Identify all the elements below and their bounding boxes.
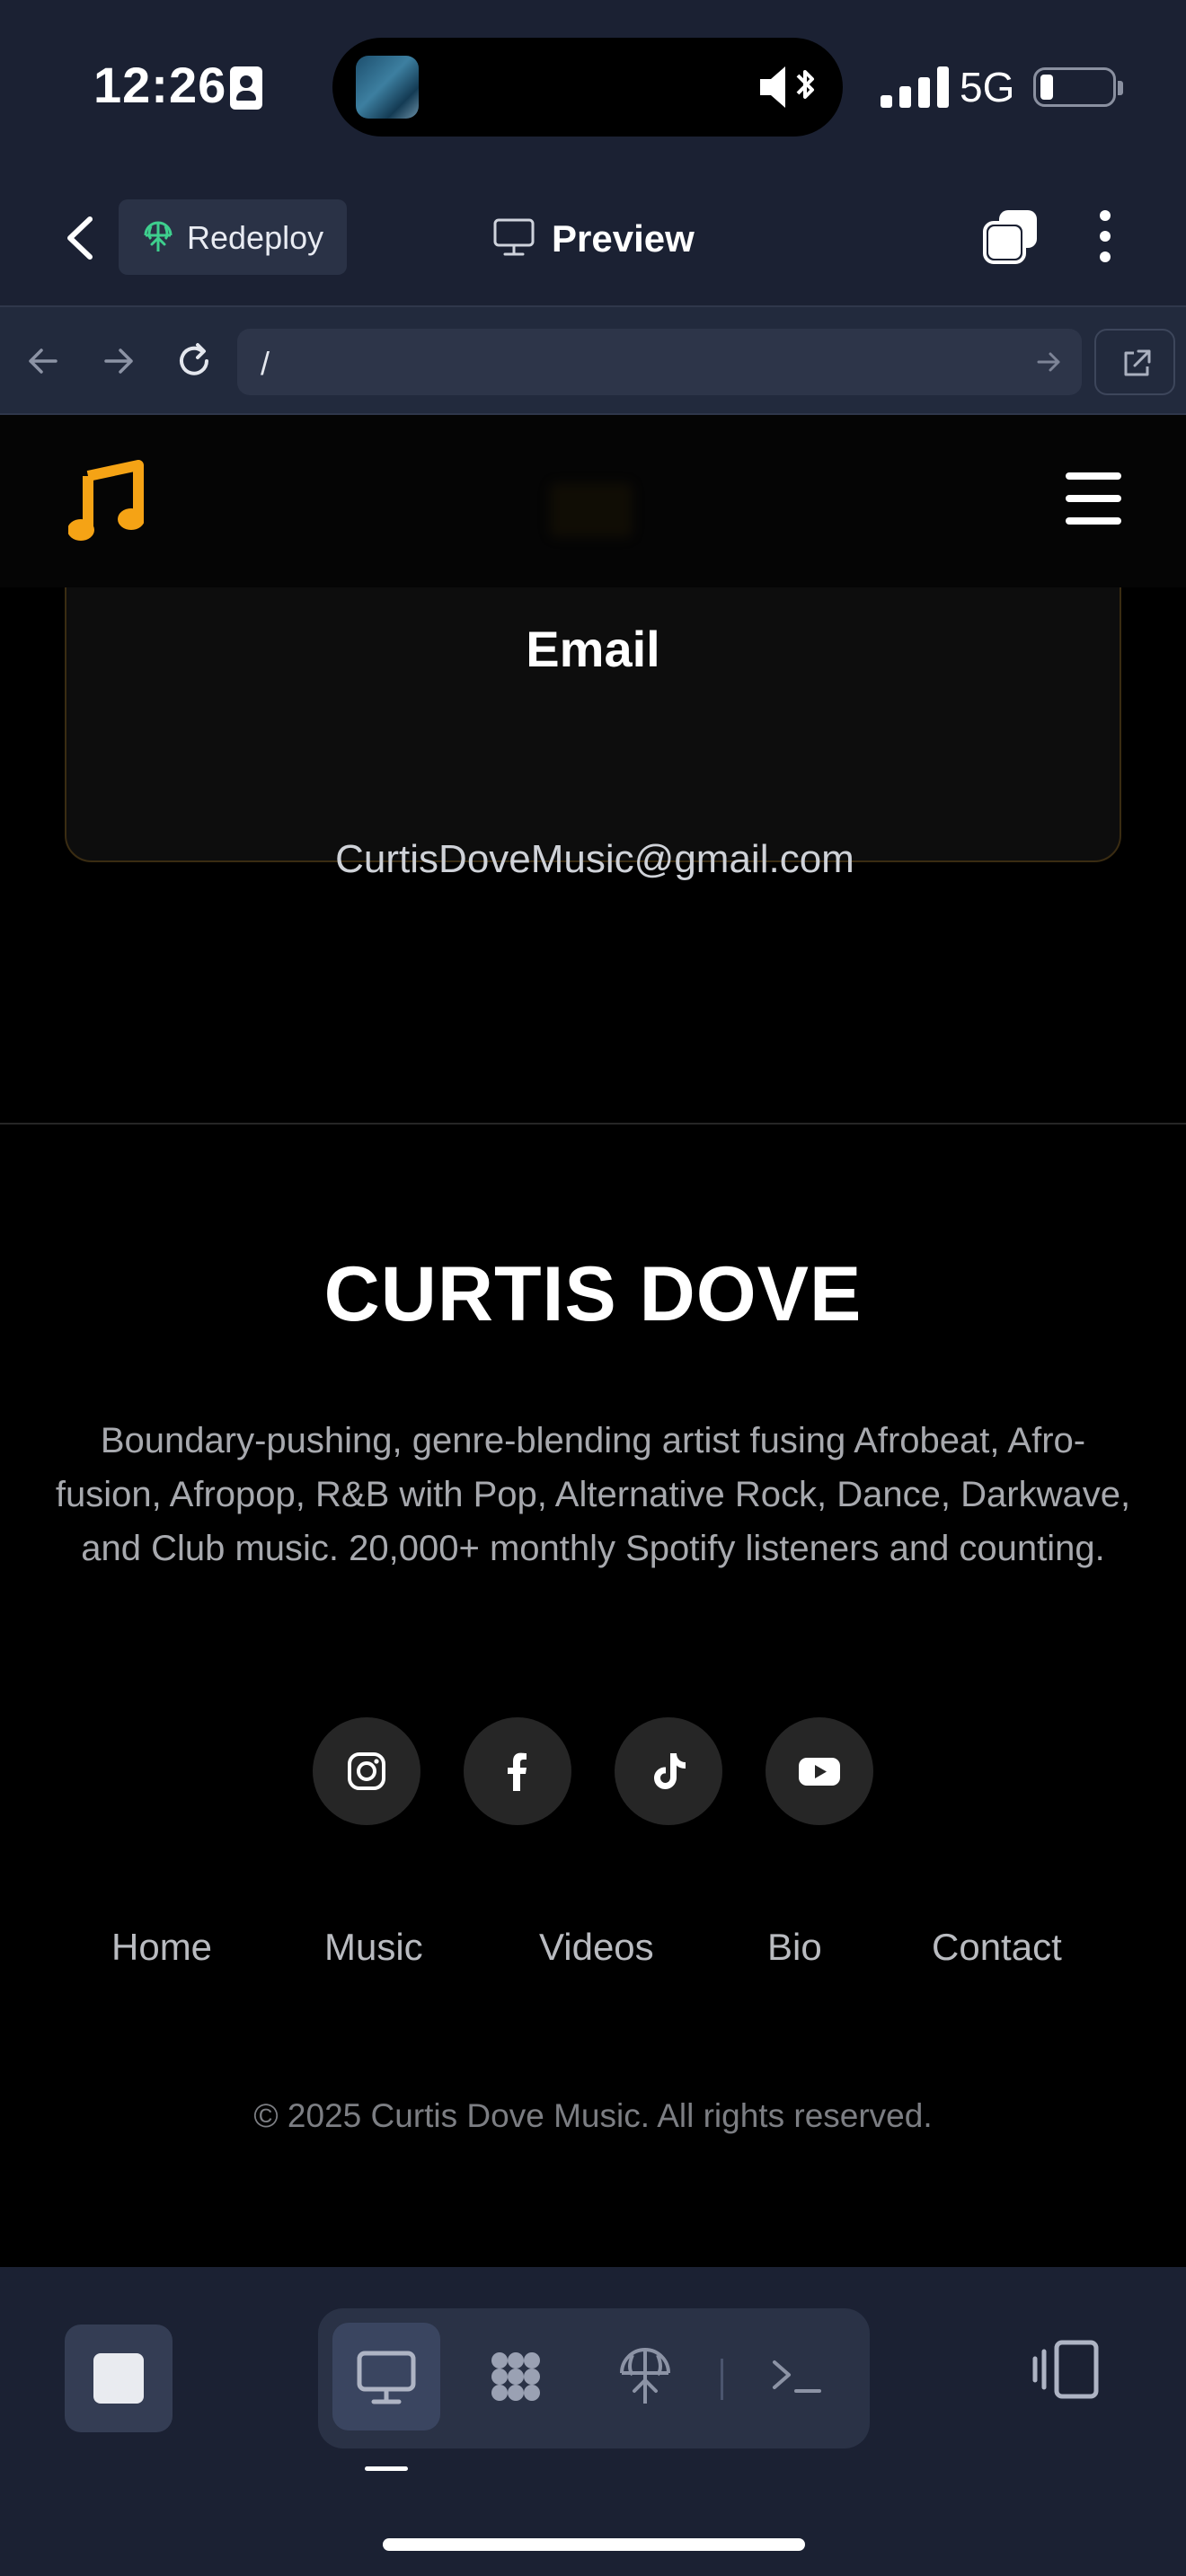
- terminal-mode-button[interactable]: [744, 2323, 852, 2430]
- site-navbar: [0, 415, 1186, 587]
- website-viewport: CurtisDoveMusic@gmail.com CURTIS DOVE Bo…: [0, 415, 1186, 2267]
- stop-square-icon: [93, 2353, 144, 2404]
- status-time: 12:26: [93, 57, 227, 113]
- open-external-button[interactable]: [1094, 329, 1175, 395]
- footer-divider: [0, 1123, 1186, 1125]
- tiktok-icon: [654, 1753, 686, 1789]
- email-card-title: Email: [526, 621, 660, 677]
- browser-bar: /: [0, 305, 1186, 415]
- browser-back-icon[interactable]: [22, 340, 65, 383]
- footer-description: Boundary-pushing, genre-blending artist …: [55, 1421, 1131, 1568]
- instagram-icon: [348, 1752, 385, 1790]
- facebook-button[interactable]: [464, 1717, 571, 1825]
- youtube-button[interactable]: [766, 1717, 873, 1825]
- battery-icon: [1033, 67, 1123, 107]
- monitor-icon: [493, 218, 535, 256]
- footer-link-music[interactable]: Music: [324, 1926, 423, 1969]
- desktop-mode-button[interactable]: [332, 2323, 440, 2430]
- footer-link-contact[interactable]: Contact: [932, 1926, 1062, 1969]
- grid-icon: [491, 2352, 540, 2401]
- dynamic-island[interactable]: [332, 38, 843, 137]
- network-type: 5G: [960, 64, 1015, 110]
- bottom-toolbar: [0, 2267, 1186, 2576]
- deploy-globe-icon: [144, 221, 173, 251]
- email-value[interactable]: CurtisDoveMusic@gmail.com: [66, 837, 1123, 882]
- browser-forward-icon[interactable]: [97, 340, 140, 383]
- preview-title-label: Preview: [552, 217, 695, 260]
- status-bar: 12:26 5G: [0, 0, 1186, 171]
- app-header: Redeploy Preview: [0, 171, 1186, 305]
- external-link-icon: [1124, 349, 1151, 376]
- grid-mode-button[interactable]: [462, 2323, 570, 2430]
- terminal-icon: [773, 2360, 821, 2393]
- side-panel-icon[interactable]: [1030, 2333, 1102, 2405]
- copyright-text: © 2025 Curtis Dove Music. All rights res…: [253, 2097, 933, 2134]
- desktop-icon: [357, 2351, 416, 2404]
- back-chevron-icon[interactable]: [54, 207, 108, 269]
- speaker-bluetooth-icon: [760, 66, 814, 108]
- nav-decor: [550, 483, 633, 537]
- deploy-mode-button[interactable]: [591, 2323, 699, 2430]
- url-text: /: [261, 345, 270, 382]
- redeploy-button[interactable]: Redeploy: [119, 199, 347, 275]
- url-field[interactable]: /: [237, 329, 1082, 395]
- now-playing-artwork: [356, 56, 419, 119]
- home-indicator[interactable]: [383, 2538, 805, 2551]
- footer-link-bio[interactable]: Bio: [767, 1926, 822, 1969]
- tiktok-button[interactable]: [615, 1717, 722, 1825]
- more-options-icon[interactable]: [1089, 207, 1121, 266]
- stop-button[interactable]: [65, 2325, 173, 2432]
- footer-link-videos[interactable]: Videos: [539, 1926, 654, 1969]
- go-arrow-icon[interactable]: [1033, 347, 1064, 377]
- view-mode-switcher: [318, 2308, 870, 2448]
- footer-links: Home Music Videos Bio Contact: [0, 1926, 1186, 1980]
- mode-separator: [721, 2359, 723, 2400]
- footer-link-home[interactable]: Home: [111, 1926, 212, 1969]
- hamburger-icon[interactable]: [1066, 472, 1121, 525]
- youtube-icon: [799, 1758, 840, 1786]
- instagram-button[interactable]: [313, 1717, 420, 1825]
- contact-card-icon: [230, 66, 262, 110]
- footer-brand: CURTIS DOVE: [323, 1251, 863, 1337]
- music-note-icon[interactable]: [68, 460, 144, 546]
- social-links: [0, 1717, 1186, 1825]
- active-mode-indicator: [365, 2466, 408, 2471]
- facebook-icon: [508, 1752, 527, 1791]
- tabs-icon[interactable]: [981, 207, 1040, 266]
- reload-icon[interactable]: [173, 340, 216, 383]
- redeploy-label: Redeploy: [187, 219, 324, 256]
- cellular-signal-icon: [881, 66, 951, 108]
- deploy-icon: [620, 2348, 670, 2404]
